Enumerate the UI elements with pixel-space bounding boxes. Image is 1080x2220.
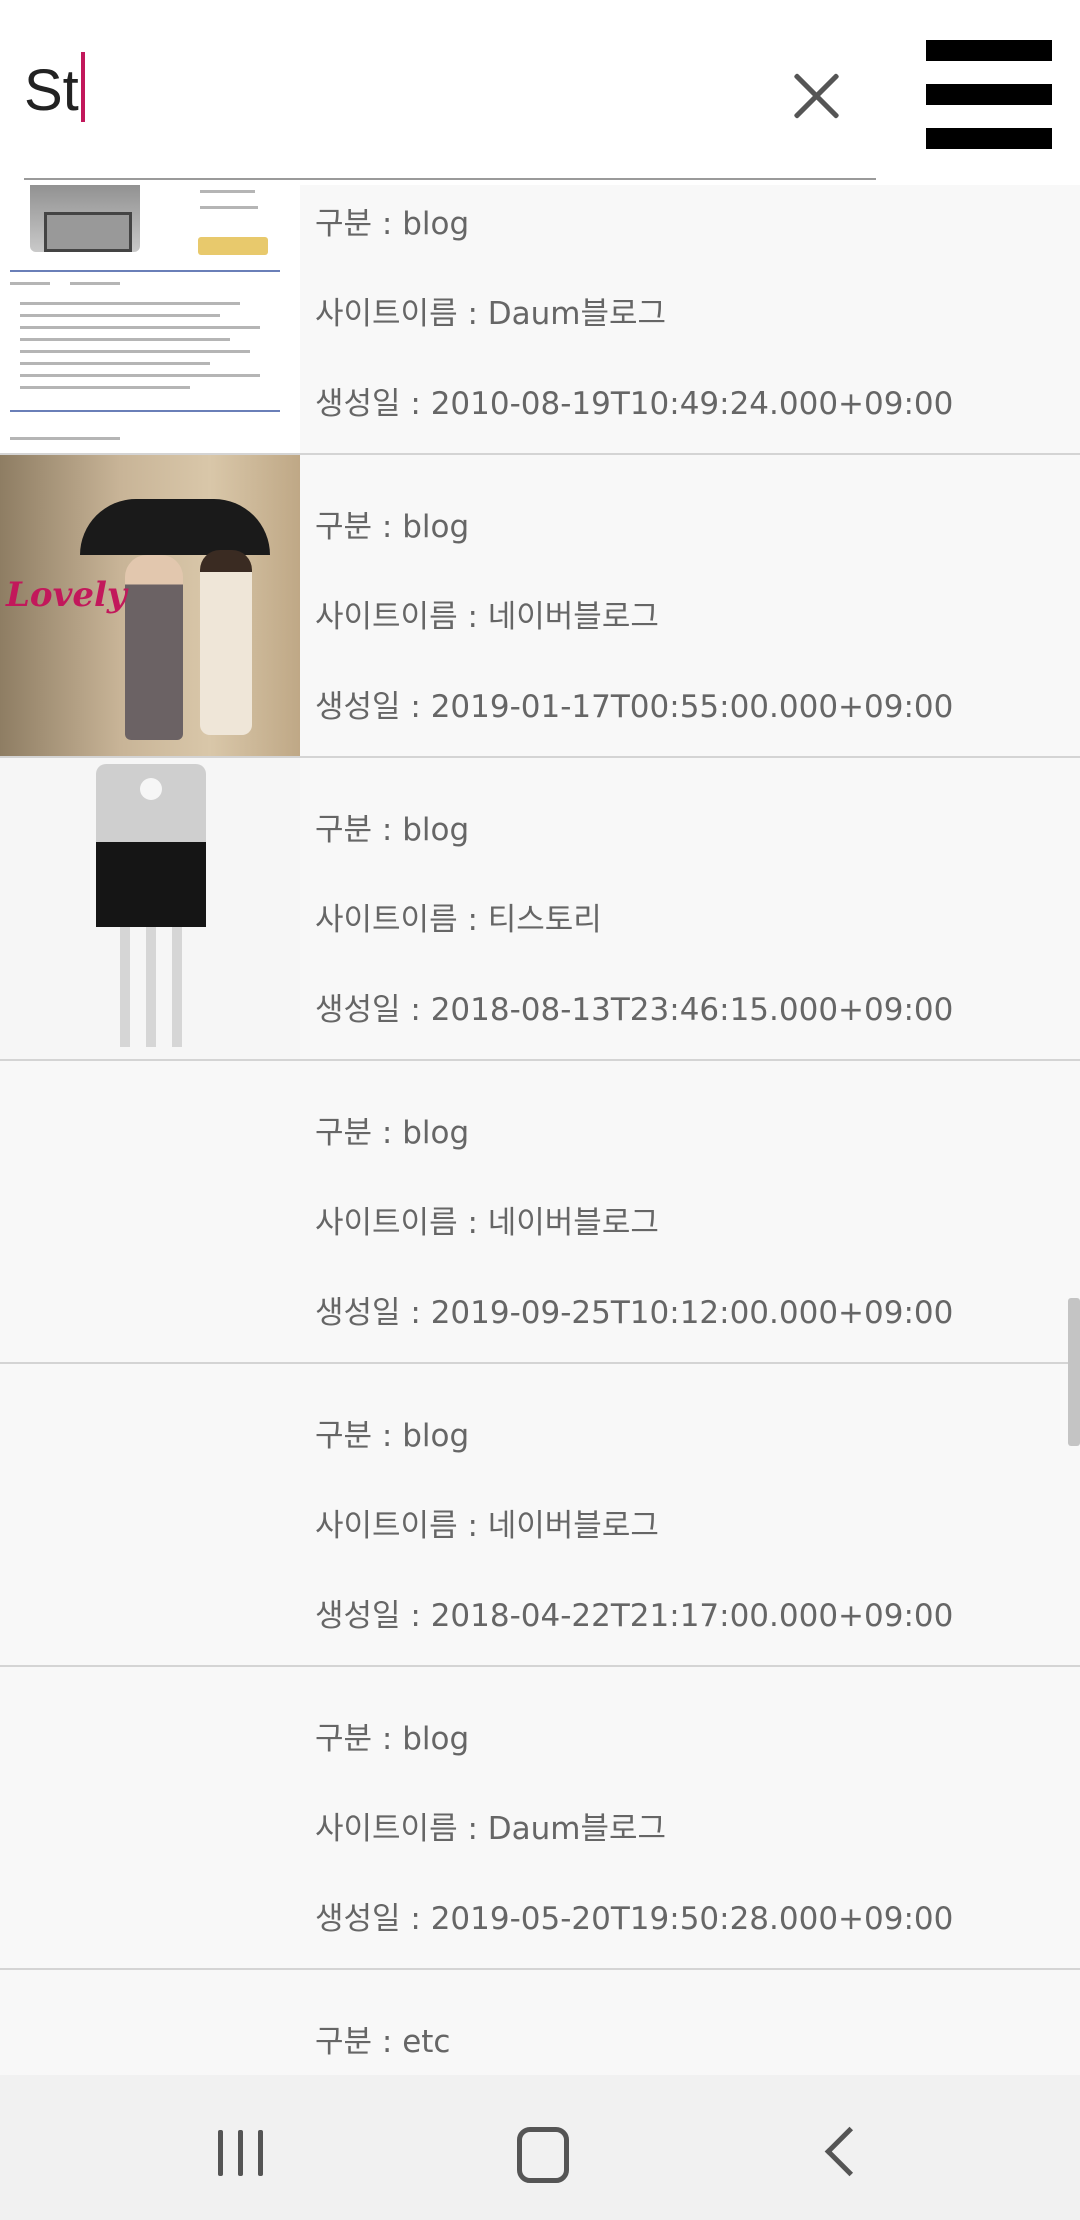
result-thumbnail xyxy=(0,152,300,453)
hamburger-menu-icon[interactable] xyxy=(926,40,1052,149)
result-category: 구분 : blog xyxy=(315,509,470,545)
result-created-date: 생성일 : 2019-05-20T19:50:28.000+09:00 xyxy=(315,1901,954,1937)
result-category: 구분 : blog xyxy=(315,1721,470,1757)
home-icon[interactable] xyxy=(486,2105,596,2195)
thumbnail-caption: Lovely xyxy=(6,575,127,615)
list-item[interactable]: 구분 : etc xyxy=(0,1970,1080,2075)
close-icon[interactable] xyxy=(780,60,852,132)
result-created-date: 생성일 : 2018-04-22T21:17:00.000+09:00 xyxy=(315,1598,954,1634)
results-list: 구분 : blog 사이트이름 : Daum블로그 생성일 : 2010-08-… xyxy=(0,0,1080,2075)
recent-apps-icon[interactable] xyxy=(185,2105,295,2195)
result-site-name: 사이트이름 : 네이버블로그 xyxy=(315,1205,659,1241)
list-item[interactable]: 구분 : blog 사이트이름 : Daum블로그 생성일 : 2019-05-… xyxy=(0,1667,1080,1970)
text-cursor xyxy=(80,52,85,122)
list-item[interactable]: 구분 : blog 사이트이름 : 네이버블로그 생성일 : 2019-09-2… xyxy=(0,1061,1080,1364)
result-site-name: 사이트이름 : Daum블로그 xyxy=(315,296,667,332)
result-thumbnail xyxy=(0,758,300,1059)
result-site-name: 사이트이름 : 네이버블로그 xyxy=(315,599,659,635)
result-created-date: 생성일 : 2019-01-17T00:55:00.000+09:00 xyxy=(315,689,954,725)
list-item[interactable]: 구분 : blog 사이트이름 : 티스토리 생성일 : 2018-08-13T… xyxy=(0,758,1080,1061)
result-site-name: 사이트이름 : 티스토리 xyxy=(315,902,602,938)
search-input[interactable] xyxy=(24,40,876,180)
list-item[interactable]: Lovely 구분 : blog 사이트이름 : 네이버블로그 생성일 : 20… xyxy=(0,455,1080,758)
result-created-date: 생성일 : 2018-08-13T23:46:15.000+09:00 xyxy=(315,992,954,1028)
result-category: 구분 : blog xyxy=(315,206,470,242)
result-thumbnail: Lovely xyxy=(0,455,300,756)
scrollbar[interactable] xyxy=(1068,1298,1080,1446)
search-header: St xyxy=(0,0,1080,185)
search-query[interactable]: St xyxy=(24,52,85,124)
result-category: 구분 : blog xyxy=(315,1418,470,1454)
back-icon[interactable] xyxy=(790,2105,900,2195)
result-category: 구분 : blog xyxy=(315,812,470,848)
system-navigation-bar xyxy=(0,2075,1080,2220)
result-category: 구분 : blog xyxy=(315,1115,470,1151)
list-item[interactable]: 구분 : blog 사이트이름 : Daum블로그 생성일 : 2010-08-… xyxy=(0,152,1080,455)
result-site-name: 사이트이름 : Daum블로그 xyxy=(315,1811,667,1847)
result-created-date: 생성일 : 2010-08-19T10:49:24.000+09:00 xyxy=(315,386,954,422)
result-created-date: 생성일 : 2019-09-25T10:12:00.000+09:00 xyxy=(315,1295,954,1331)
list-item[interactable]: 구분 : blog 사이트이름 : 네이버블로그 생성일 : 2018-04-2… xyxy=(0,1364,1080,1667)
result-site-name: 사이트이름 : 네이버블로그 xyxy=(315,1508,659,1544)
result-category: 구분 : etc xyxy=(315,2024,451,2060)
